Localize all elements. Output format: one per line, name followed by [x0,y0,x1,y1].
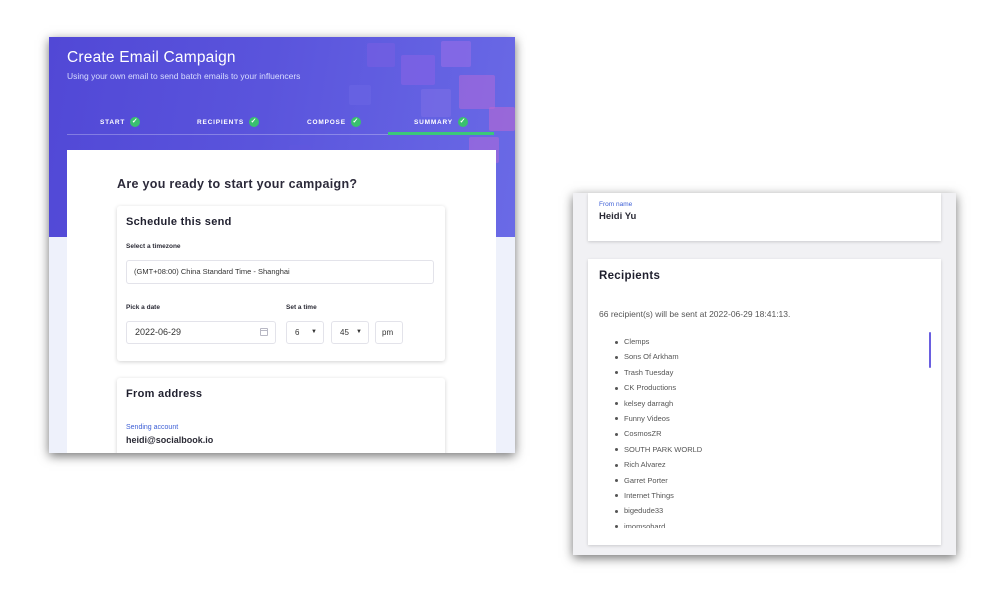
date-value: 2022-06-29 [135,327,182,337]
recipients-list[interactable]: Clemps Sons Of Arkham Trash Tuesday CK P… [612,334,912,528]
recipients-section: Recipients 66 recipient(s) will be sent … [588,259,941,545]
schedule-section: Schedule this send Select a timezone (GM… [117,206,445,361]
list-item: SOUTH PARK WORLD [612,442,912,457]
list-item: Rich Alvarez [612,457,912,472]
list-item: CK Productions [612,380,912,395]
list-item: Garret Porter [612,473,912,488]
from-address-title: From address [126,388,203,400]
from-name-value: Heidi Yu [599,211,637,222]
decorative-cube [459,75,495,109]
recipients-summary: 66 recipient(s) will be sent at 2022-06-… [599,309,791,319]
list-item: Internet Things [612,488,912,503]
recipients-scrollbar[interactable] [929,332,931,368]
summary-card: Are you ready to start your campaign? Sc… [67,150,496,453]
active-step-indicator [388,132,494,135]
summary-detail-panel: From name Heidi Yu Recipients 66 recipie… [573,193,956,555]
step-label: SUMMARY [414,118,453,126]
chevron-down-icon: ▼ [311,329,317,335]
check-icon: ✓ [249,117,260,127]
timezone-select[interactable]: (GMT+08:00) China Standard Time - Shangh… [126,260,434,284]
date-picker[interactable]: 2022-06-29 [126,321,276,344]
step-label: RECIPIENTS [197,118,245,126]
sending-account-label: Sending account [126,424,179,431]
step-label: COMPOSE [307,118,346,126]
decorative-cube [401,55,435,85]
step-start[interactable]: START ✓ [100,109,141,135]
list-item: Funny Videos [612,411,912,426]
time-label: Set a time [286,304,317,311]
calendar-icon[interactable] [260,328,268,336]
decorative-cube [349,85,371,105]
hour-value: 6 [295,328,300,337]
list-item: CosmosZR [612,426,912,441]
timezone-label: Select a timezone [126,243,181,250]
decorative-cube [367,43,395,67]
page-title: Create Email Campaign [67,49,236,66]
list-item: Clemps [612,334,912,349]
list-item: bigedude33 [612,503,912,518]
list-item: kelsey darragh [612,396,912,411]
date-label: Pick a date [126,304,160,311]
check-icon: ✓ [130,117,141,127]
decorative-cube [441,41,471,67]
chevron-down-icon: ▼ [356,329,362,335]
check-icon: ✓ [350,117,361,127]
minute-select[interactable]: 45 ▼ [331,321,369,344]
page-subtitle: Using your own email to send batch email… [67,71,301,81]
list-item: Trash Tuesday [612,365,912,380]
hour-select[interactable]: 6 ▼ [286,321,324,344]
step-label: START [100,118,126,126]
schedule-title: Schedule this send [126,216,232,228]
list-item: imomsohard [612,519,912,528]
from-address-section: From address Sending account heidi@socia… [117,378,445,453]
campaign-wizard-panel: Create Email Campaign Using your own ema… [49,37,515,453]
step-recipients[interactable]: RECIPIENTS ✓ [197,109,260,135]
recipients-title: Recipients [599,270,661,282]
ampm-toggle[interactable]: pm [375,321,403,344]
step-compose[interactable]: COMPOSE ✓ [307,109,361,135]
summary-question: Are you ready to start your campaign? [117,177,358,191]
from-name-section: From name Heidi Yu [588,193,941,241]
minute-value: 45 [340,328,349,337]
list-item: Sons Of Arkham [612,349,912,364]
from-name-label: From name [599,201,633,208]
sending-account-value: heidi@socialbook.io [126,435,214,445]
check-icon: ✓ [457,117,468,127]
